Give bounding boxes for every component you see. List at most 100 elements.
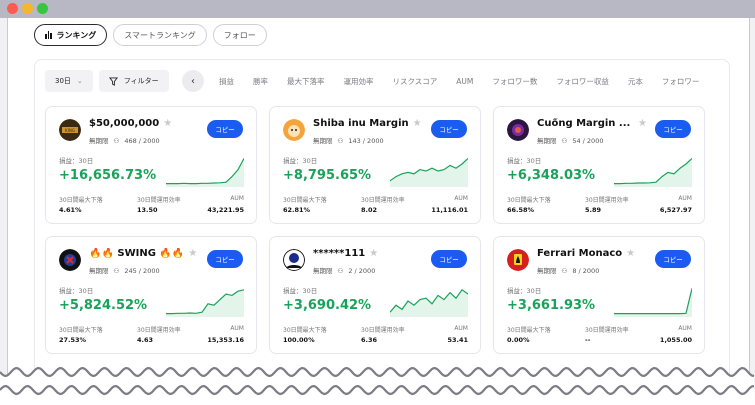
maximize-window-button[interactable]	[37, 3, 48, 14]
sort-aum[interactable]: AUM	[456, 77, 473, 86]
sort-principal[interactable]: 元本	[628, 76, 643, 87]
copy-button[interactable]: コピー	[655, 120, 691, 138]
copy-button[interactable]: コピー	[431, 120, 467, 138]
trader-name: ******111 ★	[313, 248, 425, 259]
copy-button[interactable]: コピー	[431, 250, 467, 268]
ranking-tabs: ランキング スマートランキング フォロー	[34, 24, 267, 46]
filter-button[interactable]: フィルター	[98, 70, 169, 92]
window-titlebar	[0, 0, 755, 18]
stat-drawdown-label: 30日間最大下落	[283, 197, 327, 204]
stat-aum-label: AUM	[230, 195, 244, 202]
trader-card[interactable]: 🔥🔥 SWING 🔥🔥 ★ 無期限 ⚇ 245 / 2000 コピー 損益：30日 +…	[45, 236, 257, 354]
card-stats: 30日間最大下落 30日間運用効率 AUM 0.00% -- 1,055.00	[507, 325, 692, 347]
star-icon[interactable]: ★	[626, 248, 635, 259]
trader-name: 🔥🔥 SWING 🔥🔥 ★	[89, 248, 201, 259]
stat-aum-label: AUM	[454, 325, 468, 332]
trader-name-text: $50,000,000	[89, 118, 160, 129]
stat-efficiency-value: 4.63	[137, 336, 154, 344]
user-icon: ⚇	[113, 137, 120, 145]
card-stats: 30日間最大下落 30日間運用効率 AUM 27.53% 4.63 15,353…	[59, 325, 244, 347]
stat-aum-value: 43,221.95	[207, 206, 244, 214]
app-window: ランキング スマートランキング フォロー 30日 ⌄ フィルター ‹ 損益 勝率…	[7, 18, 750, 405]
stat-efficiency-value: --	[585, 336, 591, 344]
stat-efficiency-value: 13.50	[137, 206, 158, 214]
pl-sparkline	[390, 157, 468, 187]
term-label: 無期限	[537, 267, 557, 275]
star-icon[interactable]: ★	[163, 118, 172, 129]
stat-drawdown-label: 30日間最大下落	[59, 197, 103, 204]
term-label: 無期限	[313, 267, 333, 275]
stat-aum-value: 6,527.97	[659, 206, 692, 214]
torn-edge	[0, 366, 755, 405]
stat-drawdown-label: 30日間最大下落	[283, 327, 327, 334]
trader-name: Ferrari Monaco ★	[537, 248, 649, 259]
svg-text:KING: KING	[65, 128, 75, 133]
pl-sparkline	[166, 158, 244, 187]
copy-button[interactable]: コピー	[207, 250, 243, 268]
tab-ranking-label: ランキング	[56, 30, 97, 40]
pl-value: +3,661.93%	[507, 298, 596, 313]
trader-meta: 無期限 ⚇ 54 / 2000	[537, 135, 603, 145]
tab-follow[interactable]: フォロー	[212, 24, 267, 46]
avatar	[283, 119, 305, 141]
period-value: 30日	[55, 77, 71, 85]
trader-name-text: Shiba inu Margin	[313, 118, 409, 129]
trader-name-text: Ferrari Monaco	[537, 248, 623, 259]
star-icon[interactable]: ★	[369, 248, 378, 259]
stat-drawdown-value: 62.81%	[283, 206, 311, 214]
tab-ranking[interactable]: ランキング	[34, 24, 108, 46]
trader-name: Shiba inu Margin ★	[313, 118, 425, 129]
period-select[interactable]: 30日 ⌄	[45, 70, 93, 92]
star-icon[interactable]: ★	[638, 118, 647, 129]
sort-risk-score[interactable]: リスクスコア	[393, 76, 438, 87]
trader-name-text: ******111	[313, 248, 366, 259]
card-stats: 30日間最大下落 30日間運用効率 AUM 62.81% 8.02 11,116…	[283, 195, 468, 217]
trader-card[interactable]: Cuồng Margin ... ★ 無期限 ⚇ 54 / 2000 コピー 損益：…	[493, 106, 705, 224]
copy-button[interactable]: コピー	[655, 250, 691, 268]
term-label: 無期限	[537, 137, 557, 145]
sort-efficiency[interactable]: 運用効率	[344, 76, 374, 87]
trader-name: Cuồng Margin ...	[537, 118, 649, 129]
sort-follower[interactable]: フォロワー	[662, 76, 700, 87]
tab-smart-ranking[interactable]: スマートランキング	[113, 24, 207, 46]
card-stats: 30日間最大下落 30日間運用効率 AUM 66.58% 5.89 6,527.…	[507, 195, 692, 217]
trader-card[interactable]: ******111 ★ 無期限 ⚇ 2 / 2000 コピー 損益：30日 +3,69…	[269, 236, 481, 354]
term-label: 無期限	[89, 267, 109, 275]
star-icon[interactable]: ★	[188, 248, 197, 259]
trader-card[interactable]: KING $50,000,000 ★ 無期限 ⚇ 468 / 2000 コピー 損益：…	[45, 106, 257, 224]
trader-name-text: Cuồng Margin ...	[537, 118, 631, 129]
sort-follower-count[interactable]: フォロワー数	[492, 76, 537, 87]
user-icon: ⚇	[337, 137, 344, 145]
stat-aum-value: 1,055.00	[659, 336, 692, 344]
pl-value: +8,795.65%	[283, 168, 372, 183]
sort-winrate[interactable]: 勝率	[253, 76, 268, 87]
chevron-left-icon[interactable]: ‹	[182, 70, 204, 92]
sort-follower-profit[interactable]: フォロワー収益	[556, 76, 609, 87]
sparkline-area	[390, 289, 468, 317]
stat-efficiency-value: 8.02	[361, 206, 378, 214]
sort-pl[interactable]: 損益	[219, 76, 234, 87]
copy-button[interactable]: コピー	[207, 120, 243, 138]
filter-bar: 30日 ⌄ フィルター	[45, 70, 169, 92]
trader-card[interactable]: Ferrari Monaco ★ 無期限 ⚇ 8 / 2000 コピー 損益：30日 …	[493, 236, 705, 354]
ranking-panel: 30日 ⌄ フィルター ‹ 損益 勝率 最大下落率 運用効率 リスクスコア AU…	[34, 59, 730, 405]
follower-count: 468 / 2000	[124, 137, 160, 145]
sort-max-drawdown[interactable]: 最大下落率	[287, 76, 325, 87]
follower-count: 2 / 2000	[348, 267, 376, 275]
star-icon[interactable]: ★	[413, 118, 422, 129]
pl-label: 損益：30日	[59, 287, 94, 295]
trader-card[interactable]: Shiba inu Margin ★ 無期限 ⚇ 143 / 2000 コピー 損益：…	[269, 106, 481, 224]
stat-aum-label: AUM	[454, 195, 468, 202]
stat-drawdown-value: 27.53%	[59, 336, 87, 344]
trader-meta: 無期限 ⚇ 245 / 2000	[89, 265, 160, 275]
tab-follow-label: フォロー	[223, 30, 256, 40]
trader-name-text: 🔥🔥 SWING 🔥🔥	[89, 248, 185, 259]
close-window-button[interactable]	[7, 3, 18, 14]
term-label: 無期限	[89, 137, 109, 145]
card-stats: 30日間最大下落 30日間運用効率 AUM 100.00% 6.36 53.41	[283, 325, 468, 347]
minimize-window-button[interactable]	[22, 3, 33, 14]
stat-drawdown-value: 66.58%	[507, 206, 535, 214]
avatar: KING	[59, 119, 81, 141]
pl-label: 損益：30日	[283, 157, 318, 165]
user-icon: ⚇	[561, 137, 568, 145]
